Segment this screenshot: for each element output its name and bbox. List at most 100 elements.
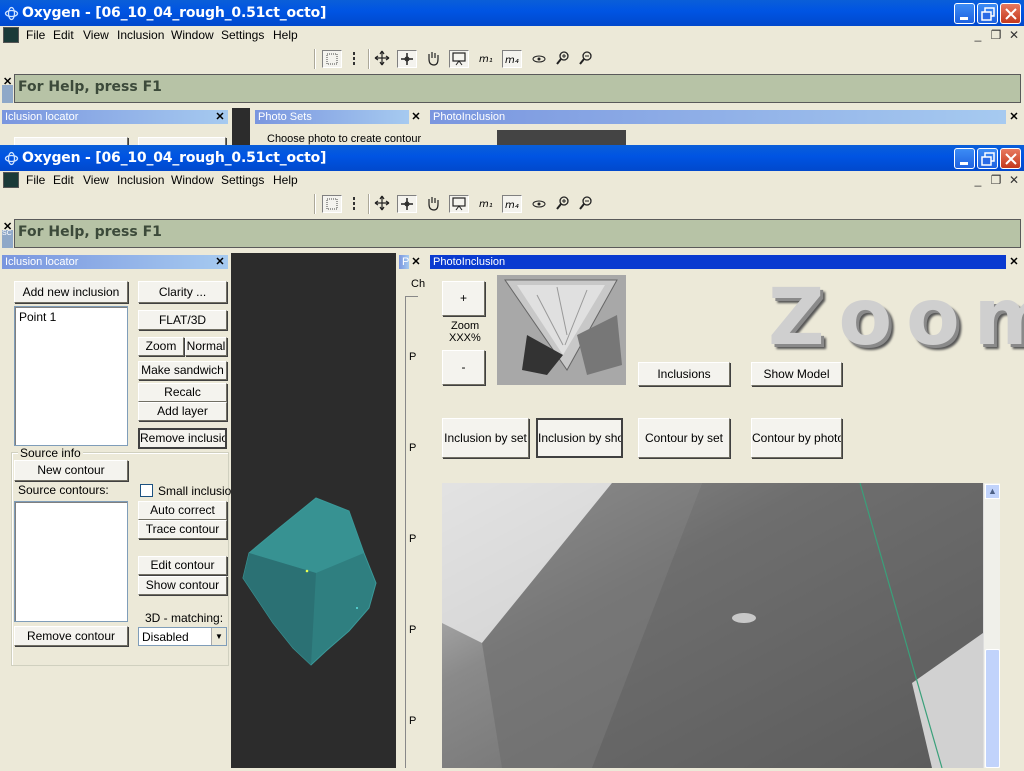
mdi-minimize-icon[interactable]: _: [972, 29, 984, 41]
m4-icon[interactable]: m₄: [502, 50, 522, 68]
add-layer-button[interactable]: Add layer: [138, 402, 227, 421]
front-window-titlebar[interactable]: Oxygen - [06_10_04_rough_0.51ct_octo]: [0, 145, 1024, 173]
small-inclusion-checkbox[interactable]: [140, 484, 153, 497]
restore-button[interactable]: [977, 3, 998, 24]
photo-set-item[interactable]: P: [409, 442, 416, 454]
zoom-in-icon[interactable]: [554, 195, 574, 213]
photo-thumbnail[interactable]: [497, 275, 626, 385]
menu-view[interactable]: View: [83, 28, 109, 42]
edit-contour-button[interactable]: Edit contour: [138, 556, 227, 575]
menu-edit[interactable]: Edit: [53, 173, 74, 187]
scroll-thumb[interactable]: [985, 649, 1000, 768]
menu-settings[interactable]: Settings: [221, 28, 264, 42]
back-window-titlebar[interactable]: Oxygen - [06_10_04_rough_0.51ct_octo]: [0, 0, 1024, 28]
pan-icon[interactable]: [397, 50, 417, 68]
inclusion-by-set-button[interactable]: Inclusion by set: [442, 418, 529, 458]
list-item[interactable]: Point 1: [19, 310, 56, 324]
m1-icon[interactable]: m₁: [477, 195, 497, 213]
mdi-minimize-icon[interactable]: _: [972, 174, 984, 186]
eye-icon[interactable]: [530, 195, 550, 213]
new-contour-button[interactable]: New contour: [14, 460, 128, 481]
make-sandwich-button[interactable]: Make sandwich: [138, 361, 227, 380]
screen-icon[interactable]: [449, 195, 469, 213]
scroll-up-icon[interactable]: ▲: [985, 484, 1000, 499]
menu-file[interactable]: File: [26, 28, 45, 42]
m1-icon[interactable]: m₁: [477, 50, 497, 68]
pan-icon[interactable]: [397, 195, 417, 213]
move-icon[interactable]: [373, 50, 393, 68]
close-icon[interactable]: ✕: [214, 110, 226, 124]
eye-icon[interactable]: [530, 50, 550, 68]
menu-help[interactable]: Help: [273, 28, 298, 42]
close-icon[interactable]: ✕: [410, 255, 422, 269]
3d-matching-select[interactable]: Disabled ▼: [138, 627, 227, 646]
menu-inclusion[interactable]: Inclusion: [117, 173, 164, 187]
photo-view[interactable]: [442, 483, 983, 768]
dots-icon[interactable]: [345, 50, 365, 68]
3d-viewer[interactable]: [231, 253, 396, 768]
menu-inclusion[interactable]: Inclusion: [117, 28, 164, 42]
minimize-button[interactable]: [954, 148, 975, 169]
zoom-in-icon[interactable]: [554, 50, 574, 68]
flat-3d-button[interactable]: FLAT/3D: [138, 310, 227, 330]
mdi-close-icon[interactable]: ✕: [1008, 29, 1020, 41]
grid-icon[interactable]: [322, 195, 342, 213]
normal-button[interactable]: Normal: [185, 337, 227, 356]
document-icon[interactable]: [3, 172, 19, 188]
mdi-restore-icon[interactable]: ❐: [990, 29, 1002, 41]
contour-by-set-button[interactable]: Contour by set: [638, 418, 730, 458]
photo-set-item[interactable]: P: [409, 533, 416, 545]
mdi-restore-icon[interactable]: ❐: [990, 174, 1002, 186]
menu-window[interactable]: Window: [171, 28, 214, 42]
clarity-button[interactable]: Clarity ...: [138, 281, 227, 303]
recalc-button[interactable]: Recalc: [138, 383, 227, 402]
grid-icon[interactable]: [322, 50, 342, 68]
hand-icon[interactable]: [424, 50, 444, 68]
zoom-out-icon[interactable]: [577, 50, 597, 68]
menu-window[interactable]: Window: [171, 173, 214, 187]
auto-correct-button[interactable]: Auto correct: [138, 501, 227, 520]
minimize-button[interactable]: [954, 3, 975, 24]
show-contour-button[interactable]: Show contour: [138, 576, 227, 595]
add-new-inclusion-button[interactable]: Add new inclusion: [14, 281, 128, 303]
zoom-out-icon[interactable]: [577, 195, 597, 213]
close-button[interactable]: [1000, 3, 1021, 24]
close-button[interactable]: [1000, 148, 1021, 169]
chevron-down-icon[interactable]: ▼: [211, 628, 226, 645]
zoom-plus-button[interactable]: +: [442, 281, 485, 316]
inclusion-list[interactable]: Point 1: [14, 306, 128, 446]
close-icon[interactable]: ✕: [1008, 255, 1020, 269]
trace-contour-button[interactable]: Trace contour: [138, 520, 227, 539]
close-icon[interactable]: ✕: [410, 110, 422, 124]
remove-contour-button[interactable]: Remove contour: [14, 626, 128, 646]
dots-icon[interactable]: [345, 195, 365, 213]
menu-edit[interactable]: Edit: [53, 28, 74, 42]
hand-icon[interactable]: [424, 195, 444, 213]
photo-sets-list[interactable]: [405, 296, 418, 768]
status-side-tab[interactable]: [2, 85, 13, 103]
move-icon[interactable]: [373, 195, 393, 213]
photo-set-item[interactable]: P: [409, 624, 416, 636]
menu-view[interactable]: View: [83, 173, 109, 187]
zoom-button[interactable]: Zoom: [138, 337, 184, 356]
close-icon[interactable]: ✕: [1008, 110, 1020, 124]
contour-by-photo-button[interactable]: Contour by photo: [751, 418, 842, 458]
close-icon[interactable]: ✕: [214, 255, 226, 269]
show-model-button[interactable]: Show Model: [751, 362, 842, 386]
menu-settings[interactable]: Settings: [221, 173, 264, 187]
restore-button[interactable]: [977, 148, 998, 169]
mdi-close-icon[interactable]: ✕: [1008, 174, 1020, 186]
remove-inclusion-button[interactable]: Remove inclusion: [138, 428, 227, 449]
status-side-tab[interactable]: SC: [2, 230, 13, 248]
document-icon[interactable]: [3, 27, 19, 43]
zoom-minus-button[interactable]: -: [442, 350, 485, 385]
inclusion-by-shot-button[interactable]: Inclusion by shot: [536, 418, 623, 458]
menu-file[interactable]: File: [26, 173, 45, 187]
photo-set-item[interactable]: P: [409, 351, 416, 363]
inclusions-button[interactable]: Inclusions: [638, 362, 730, 386]
menu-help[interactable]: Help: [273, 173, 298, 187]
photo-scrollbar[interactable]: ▲: [983, 483, 1000, 768]
screen-icon[interactable]: [449, 50, 469, 68]
m4-icon[interactable]: m₄: [502, 195, 522, 213]
photo-set-item[interactable]: P: [409, 715, 416, 727]
